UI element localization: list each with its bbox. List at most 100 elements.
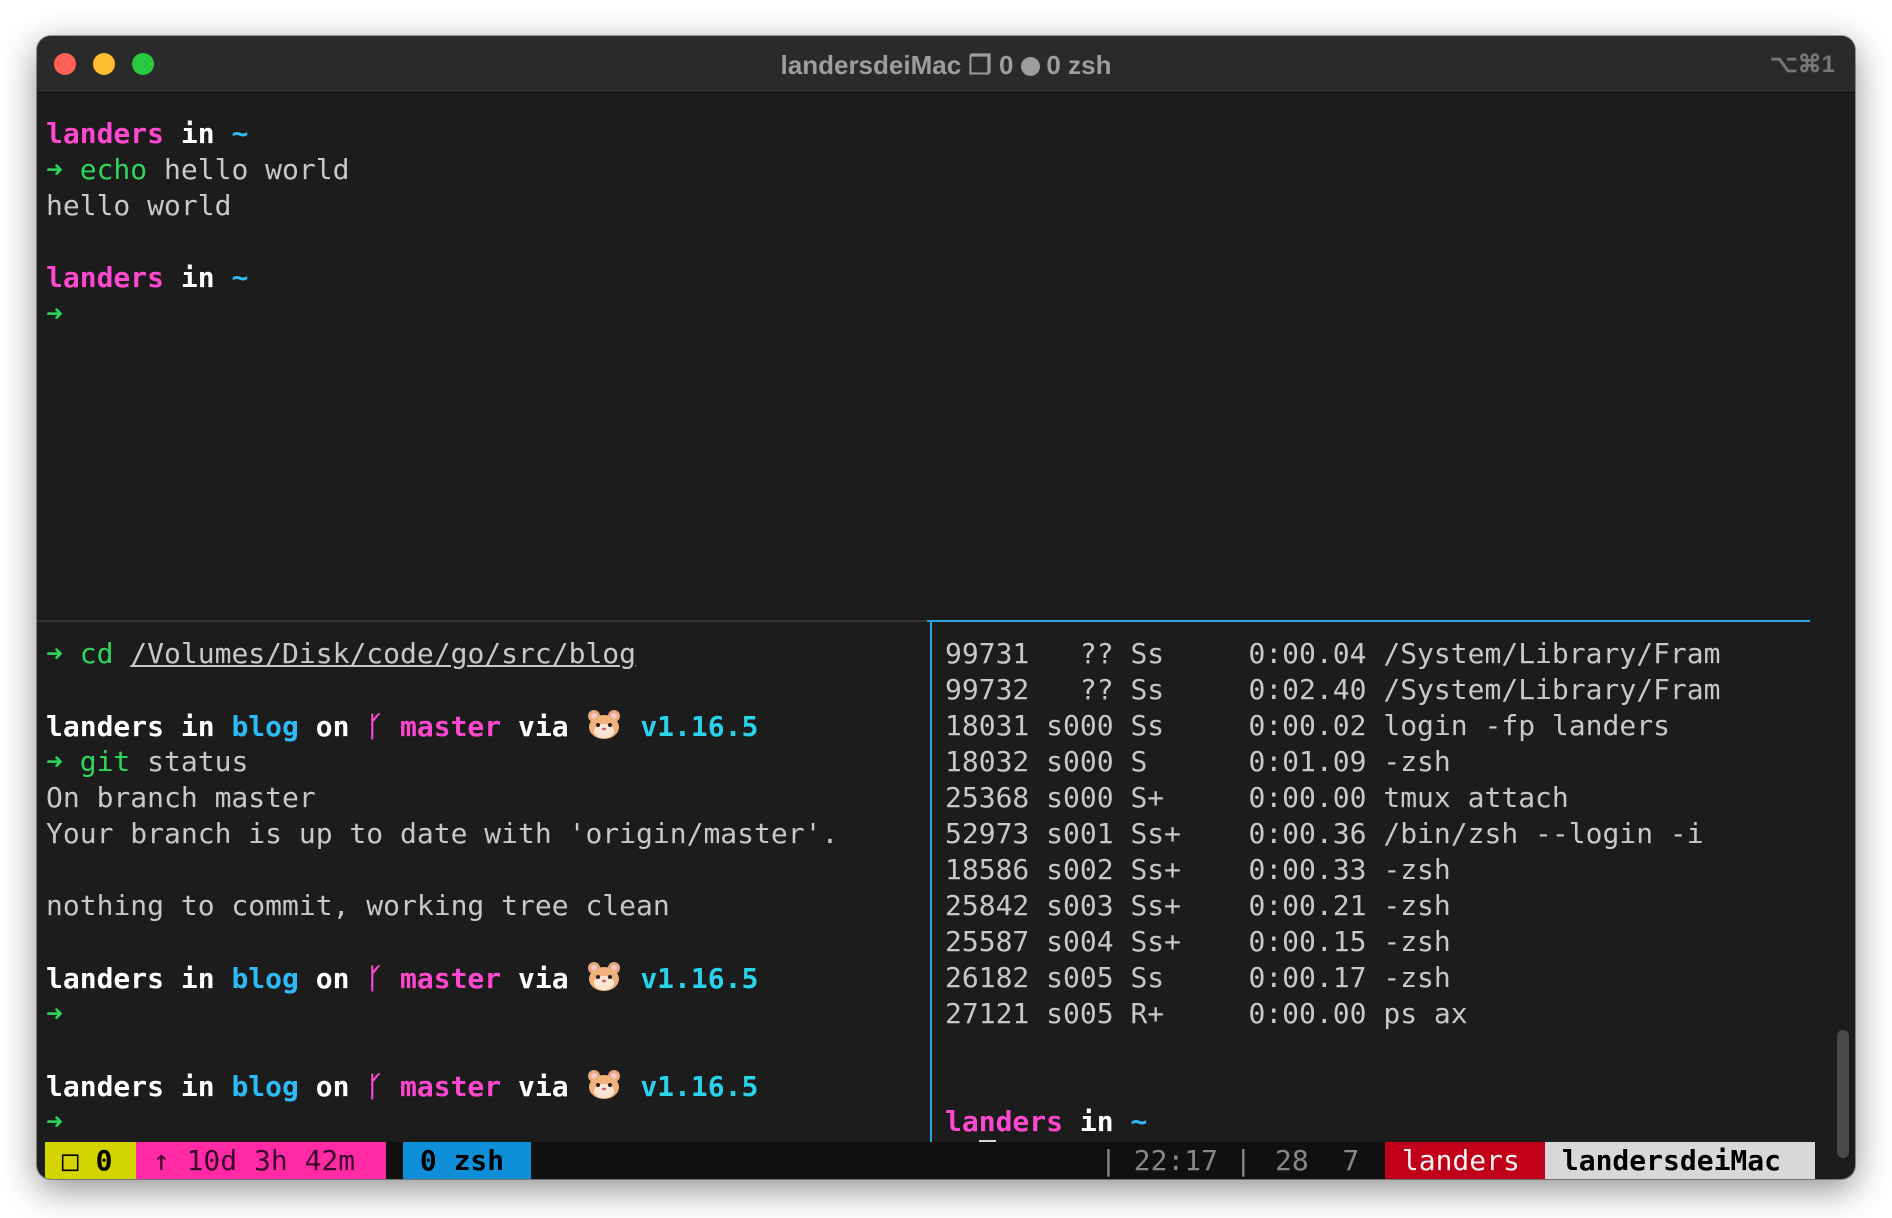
process-row: 25587 s004 Ss+ 0:00.15 -zsh: [945, 924, 1451, 960]
tmux-status-bar: □ 0 ↑ 10d 3h 42m 0 zsh | 22:17 | 28 7 la…: [45, 1142, 1815, 1179]
process-stat: S: [1130, 745, 1182, 778]
session-tab-label: 0 zsh: [419, 1144, 505, 1177]
window-shortcut: ⌥⌘1: [1769, 51, 1835, 78]
go-version: v1.16.5: [640, 710, 759, 743]
process-command: ps ax: [1383, 997, 1468, 1030]
input-line[interactable]: ➜: [46, 296, 63, 332]
prompt-on: on: [315, 710, 350, 743]
status-user: landers: [1385, 1142, 1545, 1179]
process-time: 0:00.21: [1248, 889, 1367, 922]
process-command: -zsh: [1383, 889, 1451, 922]
session-dot-icon: [1021, 57, 1041, 76]
prompt-in: in: [180, 962, 215, 995]
process-row: 18032 s000 S 0:01.09 -zsh: [945, 744, 1451, 780]
empty-command-line: ➜: [46, 996, 63, 1032]
process-pid: 18031: [945, 709, 1030, 742]
active-pane-border: [927, 620, 1810, 622]
process-time: 0:02.40: [1248, 673, 1367, 706]
process-time: 0:00.02: [1248, 709, 1367, 742]
git-command-line: ➜ git status: [46, 744, 248, 780]
git-branch: master: [400, 1070, 502, 1103]
process-row: 18586 s002 Ss+ 0:00.33 -zsh: [945, 852, 1451, 888]
pane-divider[interactable]: [37, 620, 927, 622]
terminal-window: landersdeiMac ❐ 0 0 zsh ⌥⌘1 landers in ~ …: [37, 36, 1855, 1179]
prompt-user: landers: [46, 1070, 165, 1103]
process-pid: 18586: [945, 853, 1030, 886]
command-name: git: [79, 745, 131, 778]
command-output: nothing to commit, working tree clean: [46, 889, 670, 922]
process-tty: s000: [1046, 709, 1114, 742]
process-pid: 25368: [945, 781, 1030, 814]
prompt-line: landers in blog on ᚴ master via v1.16.5: [46, 1068, 758, 1104]
prompt-arrow-icon: ➜: [46, 297, 63, 330]
prompt-line: landers in ~: [46, 260, 248, 296]
prompt-user: landers: [46, 962, 165, 995]
prompt-dir: ~: [231, 117, 249, 150]
process-row: 25368 s000 S+ 0:00.00 tmux attach: [945, 780, 1569, 816]
process-time: 0:00.33: [1248, 853, 1367, 886]
prompt-dir: blog: [231, 710, 299, 743]
process-pid: 27121: [945, 997, 1030, 1030]
hamster-icon: [588, 962, 621, 991]
git-branch: master: [400, 962, 502, 995]
status-session-tab[interactable]: 0 zsh: [403, 1142, 531, 1179]
command-name: cd: [79, 637, 114, 670]
prompt-user: landers: [46, 261, 165, 294]
process-row: 25842 s003 Ss+ 0:00.21 -zsh: [945, 888, 1451, 924]
uptime-text: ↑ 10d 3h 42m: [152, 1144, 356, 1177]
process-tty: ??: [1046, 673, 1114, 706]
prompt-arrow-icon: ➜: [46, 997, 63, 1030]
window-icon: □: [61, 1144, 79, 1177]
process-pid: 99732: [945, 673, 1030, 706]
hamster-icon: [588, 1070, 621, 1099]
window-title: landersdeiMac ❐ 0 0 zsh: [37, 50, 1855, 81]
prompt-in: in: [180, 710, 215, 743]
prompt-in: in: [1079, 1105, 1114, 1138]
process-row: 52973 s001 Ss+ 0:00.36 /bin/zsh --login …: [945, 816, 1704, 852]
pane-divider-vertical[interactable]: [930, 620, 932, 1142]
process-time: 0:00.17: [1248, 961, 1367, 994]
prompt-via: via: [518, 710, 569, 743]
scrollbar[interactable]: [1837, 1030, 1849, 1158]
cd-command-line: ➜ cd /Volumes/Disk/code/go/src/blog: [46, 636, 636, 672]
cd-path[interactable]: /Volumes/Disk/code/go/src/blog: [130, 637, 636, 670]
process-command: /bin/zsh --login -i: [1383, 817, 1704, 850]
bottom-left-pane[interactable]: ➜ cd /Volumes/Disk/code/go/src/blog land…: [46, 636, 926, 1142]
process-pid: 99731: [945, 637, 1030, 670]
prompt-dir: blog: [231, 962, 299, 995]
title-session: 0 zsh: [1046, 50, 1112, 80]
process-time: 0:00.36: [1248, 817, 1367, 850]
process-stat: Ss: [1130, 961, 1182, 994]
process-row: 26182 s005 Ss 0:00.17 -zsh: [945, 960, 1451, 996]
process-time: 0:00.00: [1248, 781, 1367, 814]
prompt-user: landers: [46, 117, 165, 150]
process-tty: s001: [1046, 817, 1114, 850]
process-command: -zsh: [1383, 853, 1451, 886]
command-args: status: [147, 745, 249, 778]
prompt-dir: ~: [1130, 1105, 1148, 1138]
status-window[interactable]: □ 0: [45, 1142, 136, 1179]
input-line[interactable]: ➜: [46, 1104, 63, 1140]
prompt-arrow-icon: ➜: [46, 1105, 63, 1138]
title-bar: landersdeiMac ❐ 0 0 zsh ⌥⌘1: [37, 36, 1855, 93]
git-branch-icon: ᚴ: [366, 1070, 384, 1103]
prompt-on: on: [315, 1070, 350, 1103]
top-pane[interactable]: landers in ~ ➜ echo hello world hello wo…: [46, 116, 1806, 616]
process-row: 99732 ?? Ss 0:02.40 /System/Library/Fram: [945, 672, 1721, 708]
process-stat: Ss: [1130, 673, 1182, 706]
prompt-arrow-icon: ➜: [46, 637, 63, 670]
bottom-right-pane[interactable]: 99731 ?? Ss 0:00.04 /System/Library/Fram…: [945, 636, 1810, 1174]
prompt-in: in: [180, 117, 215, 150]
status-load: 28 7: [1275, 1144, 1360, 1177]
process-stat: Ss: [1130, 709, 1182, 742]
title-window-index: 0: [998, 50, 1014, 80]
process-pid: 25587: [945, 925, 1030, 958]
process-pid: 18032: [945, 745, 1030, 778]
process-stat: Ss+: [1130, 925, 1182, 958]
command-args: hello world: [164, 153, 350, 186]
process-time: 0:00.15: [1248, 925, 1367, 958]
go-version: v1.16.5: [640, 962, 759, 995]
status-time: | 22:17 |: [1100, 1144, 1252, 1177]
process-command: -zsh: [1383, 925, 1451, 958]
command-output: On branch master: [46, 781, 316, 814]
